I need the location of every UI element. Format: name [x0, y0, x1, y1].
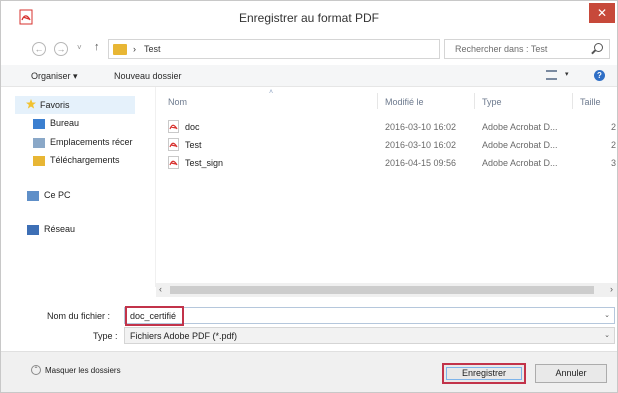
breadcrumb-separator: › [133, 44, 136, 54]
save-button-label: Enregistrer [446, 367, 522, 380]
file-modified: 2016-03-10 16:02 [385, 140, 457, 150]
sidebar-item-label: Favoris [40, 100, 70, 110]
view-dropdown-icon[interactable]: ▾ [565, 70, 569, 78]
file-name: doc [185, 122, 200, 132]
search-placeholder: Rechercher dans : Test [455, 44, 548, 54]
hide-folders-button[interactable]: Masquer les dossiers [45, 366, 121, 375]
file-row[interactable]: Test_sign 2016-04-15 09:56 Adobe Acrobat… [156, 154, 617, 172]
file-type-select[interactable]: Fichiers Adobe PDF (*.pdf) ⌄ [124, 327, 615, 344]
breadcrumb-test[interactable]: Test [144, 44, 161, 54]
file-type: Adobe Acrobat D... [482, 158, 558, 168]
star-icon [26, 99, 36, 109]
file-name: Test [185, 140, 202, 150]
command-bar: Organiser ▾ Nouveau dossier ▾ ? [1, 65, 617, 87]
column-divider[interactable] [377, 93, 378, 109]
window-title: Enregistrer au format PDF [238, 11, 380, 25]
sidebar-item-label: Bureau [50, 118, 80, 128]
sidebar-item-favorites[interactable]: Favoris [15, 96, 135, 114]
sidebar-item-label: Téléchargements [50, 155, 120, 165]
file-size: 3 [611, 158, 617, 168]
recent-places-icon [33, 138, 45, 148]
new-folder-button[interactable]: Nouveau dossier [114, 71, 182, 81]
pdf-file-icon [168, 120, 179, 133]
filename-field[interactable]: doc_certifié ⌄ [124, 306, 615, 326]
navigation-pane: Favoris Bureau Emplacements récer Téléch… [1, 87, 155, 287]
up-arrow-icon[interactable]: ↑ [94, 41, 100, 53]
column-header-name[interactable]: Nom [168, 97, 187, 107]
organize-menu-button[interactable]: Organiser ▾ [31, 71, 78, 82]
search-input[interactable]: Rechercher dans : Test [444, 39, 610, 59]
computer-icon [27, 191, 39, 201]
column-divider[interactable] [572, 93, 573, 109]
horizontal-scrollbar[interactable]: ‹ › [156, 283, 617, 297]
save-button[interactable]: Enregistrer [442, 363, 526, 384]
view-options-icon[interactable] [546, 70, 557, 80]
file-type: Adobe Acrobat D... [482, 140, 558, 150]
pdf-file-icon [168, 138, 179, 151]
column-header-modified[interactable]: Modifié le [385, 97, 424, 107]
file-modified: 2016-03-10 16:02 [385, 122, 457, 132]
sidebar-item-label: Ce PC [44, 190, 71, 200]
search-icon[interactable] [594, 43, 603, 52]
file-name: Test_sign [185, 158, 224, 168]
scroll-left-icon[interactable]: ‹ [159, 284, 162, 294]
file-type-label: Type : [93, 331, 118, 341]
column-header-type[interactable]: Type [482, 97, 502, 107]
back-arrow-icon[interactable]: ← [32, 42, 46, 56]
navigation-bar: ← → ˅ ↑ › Test ⌄ ↻ Rechercher dans : Tes… [1, 35, 617, 65]
file-modified: 2016-04-15 09:56 [385, 158, 457, 168]
address-bar[interactable]: › Test ⌄ ↻ [108, 39, 530, 59]
file-type: Adobe Acrobat D... [482, 122, 558, 132]
sidebar-item-label: Réseau [44, 224, 76, 234]
scroll-right-icon[interactable]: › [610, 284, 613, 294]
pdf-file-icon [168, 156, 179, 169]
chevron-down-icon[interactable]: ⌄ [604, 331, 610, 339]
sort-ascending-icon: ˄ [269, 89, 274, 96]
collapse-arrow-icon[interactable]: ⌃ [31, 365, 41, 375]
forward-arrow-icon[interactable]: → [54, 42, 68, 56]
help-icon[interactable]: ? [594, 70, 605, 81]
file-size: 2 [611, 140, 617, 150]
filename-label: Nom du fichier : [47, 311, 111, 321]
dialog-footer: ⌃ Masquer les dossiers Enregistrer Annul… [1, 351, 617, 392]
folder-icon [113, 44, 127, 55]
column-header-size[interactable]: Taille [580, 97, 601, 107]
file-row[interactable]: Test 2016-03-10 16:02 Adobe Acrobat D...… [156, 136, 617, 154]
file-row[interactable]: doc 2016-03-10 16:02 Adobe Acrobat D... … [156, 118, 617, 136]
column-divider[interactable] [474, 93, 475, 109]
sidebar-item-label: Emplacements récer [50, 137, 133, 147]
close-button[interactable]: ✕ [589, 3, 615, 23]
cancel-button[interactable]: Annuler [535, 364, 607, 383]
save-dialog-window: Enregistrer au format PDF ✕ ← → ˅ ↑ › Te… [0, 0, 618, 393]
desktop-icon [33, 119, 45, 129]
title-bar: Enregistrer au format PDF ✕ [1, 1, 617, 35]
file-size: 2 [611, 122, 617, 132]
filename-value[interactable]: doc_certifié [130, 311, 176, 321]
downloads-icon [33, 156, 45, 166]
network-icon [27, 225, 39, 235]
history-dropdown-icon[interactable]: ˅ [77, 43, 82, 52]
chevron-down-icon[interactable]: ⌄ [604, 311, 610, 319]
file-type-value: Fichiers Adobe PDF (*.pdf) [130, 331, 238, 341]
scrollbar-thumb[interactable] [170, 286, 594, 294]
file-list: ˄ Nom Modifié le Type Taille doc 2016-03… [156, 87, 617, 287]
